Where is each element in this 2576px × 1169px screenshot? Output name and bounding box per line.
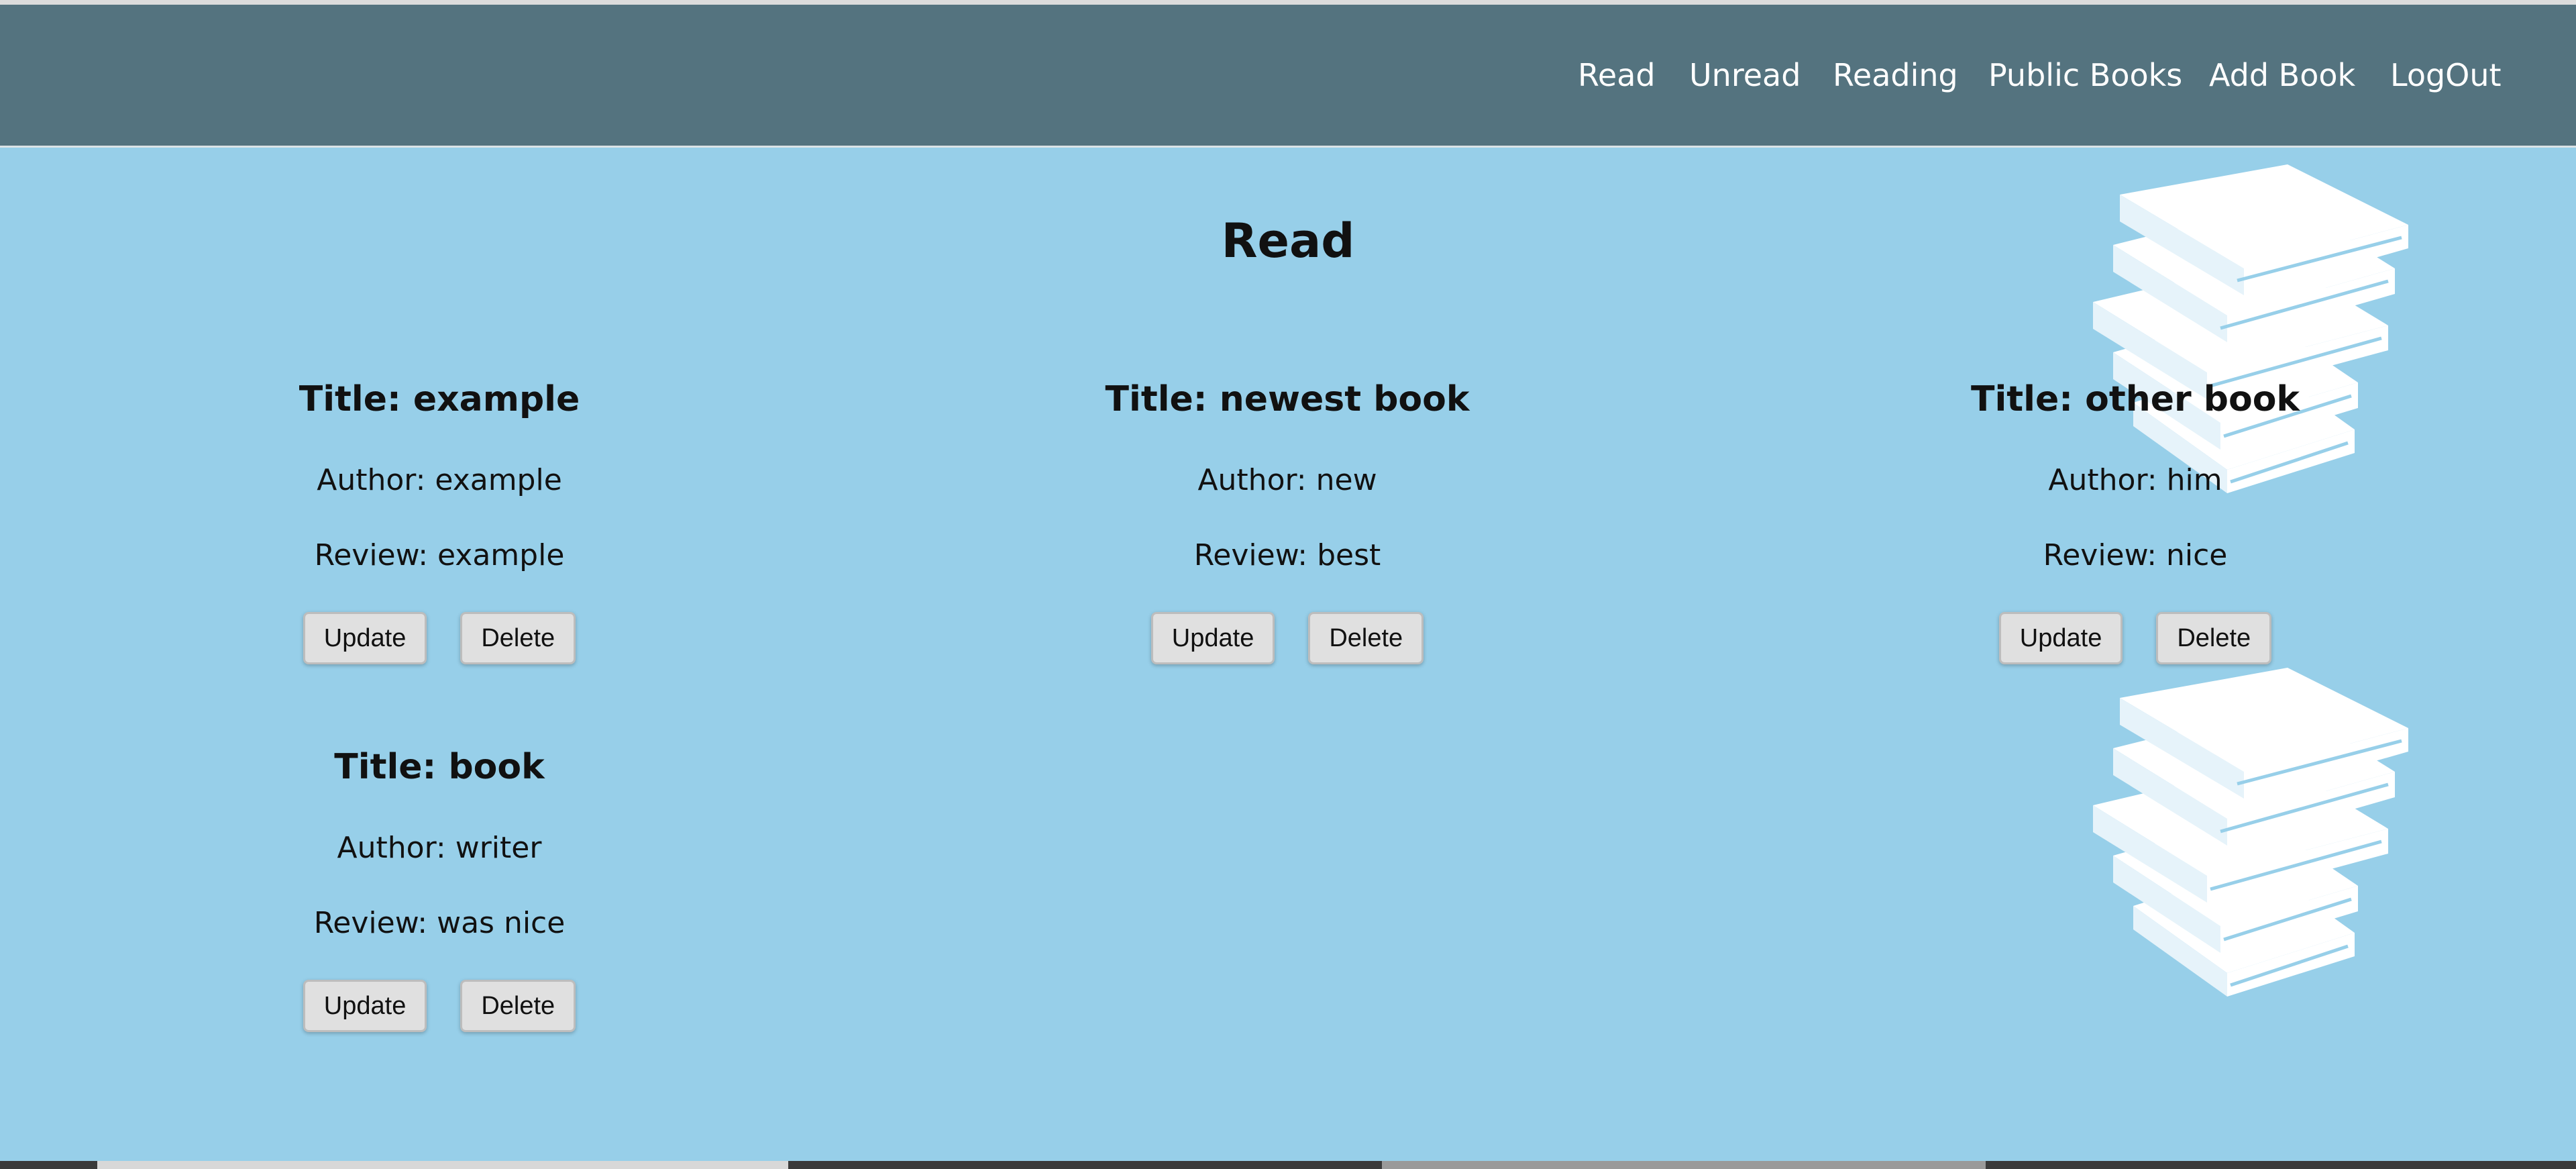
delete-button[interactable]: Delete [1308,612,1424,664]
book-title: Title: book [334,747,545,787]
book-card: Title: example Author: example Review: e… [104,376,775,664]
book-actions: Update Delete [104,612,775,664]
book-review: Review: was nice [313,906,566,940]
book-title: Title: other book [1970,379,2300,419]
update-button[interactable]: Update [303,612,427,664]
delete-button[interactable]: Delete [460,980,576,1032]
nav-link-reading[interactable]: Reading [1833,57,1958,93]
nav-link-public-books[interactable]: Public Books [1988,57,2182,93]
book-author: Author: new [1197,463,1377,497]
book-actions: Update Delete [1800,612,2471,664]
nav-link-unread[interactable]: Unread [1689,57,1801,93]
page-title: Read [1221,213,1355,268]
nav-link-read[interactable]: Read [1578,57,1656,93]
delete-button[interactable]: Delete [2156,612,2272,664]
update-button[interactable]: Update [1998,612,2123,664]
nav-link-add-book[interactable]: Add Book [2209,57,2355,93]
book-review: Review: nice [2043,538,2228,572]
book-card: Title: other book Author: him Review: ni… [1800,376,2471,664]
book-author: Author: example [317,463,562,497]
book-title: Title: newest book [1105,379,1470,419]
taskbar-segment [97,1161,788,1169]
book-card: Title: book Author: writer Review: was n… [104,744,775,1032]
book-actions: Update Delete [104,980,775,1032]
book-actions: Update Delete [952,612,1623,664]
book-author: Author: writer [337,831,542,865]
taskbar-edge [0,1161,2576,1169]
book-author: Author: him [2048,463,2222,497]
taskbar-segment [1382,1161,1986,1169]
book-card: Title: newest book Author: new Review: b… [952,376,1623,664]
update-button[interactable]: Update [1150,612,1275,664]
nav-link-logout[interactable]: LogOut [2390,57,2502,93]
book-review: Review: example [314,538,565,572]
update-button[interactable]: Update [303,980,427,1032]
book-title: Title: example [299,379,580,419]
window-top-edge [0,0,2576,5]
top-navbar: Read Unread Reading Public Books Add Boo… [0,5,2576,148]
book-review: Review: best [1193,538,1381,572]
delete-button[interactable]: Delete [460,612,576,664]
